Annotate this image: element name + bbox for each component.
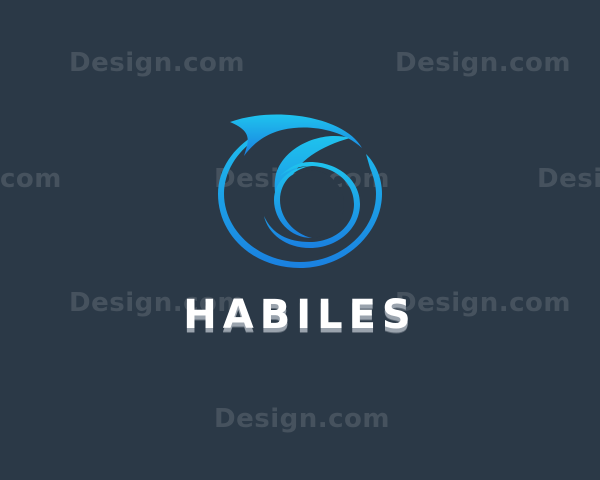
brand-name: HABILES <box>183 292 417 338</box>
swirl-circle-icon <box>218 114 382 268</box>
watermark-mid-left-cut: com <box>0 164 62 194</box>
watermark-top-right: Design.com <box>395 48 571 78</box>
watermark-bottom-center: Design.com <box>214 404 390 434</box>
watermark-mid-right-cut: Desi <box>537 164 600 194</box>
watermark-top-left: Design.com <box>69 48 245 78</box>
logo-canvas: Design.com Design.com com Design.com Des… <box>0 0 600 480</box>
